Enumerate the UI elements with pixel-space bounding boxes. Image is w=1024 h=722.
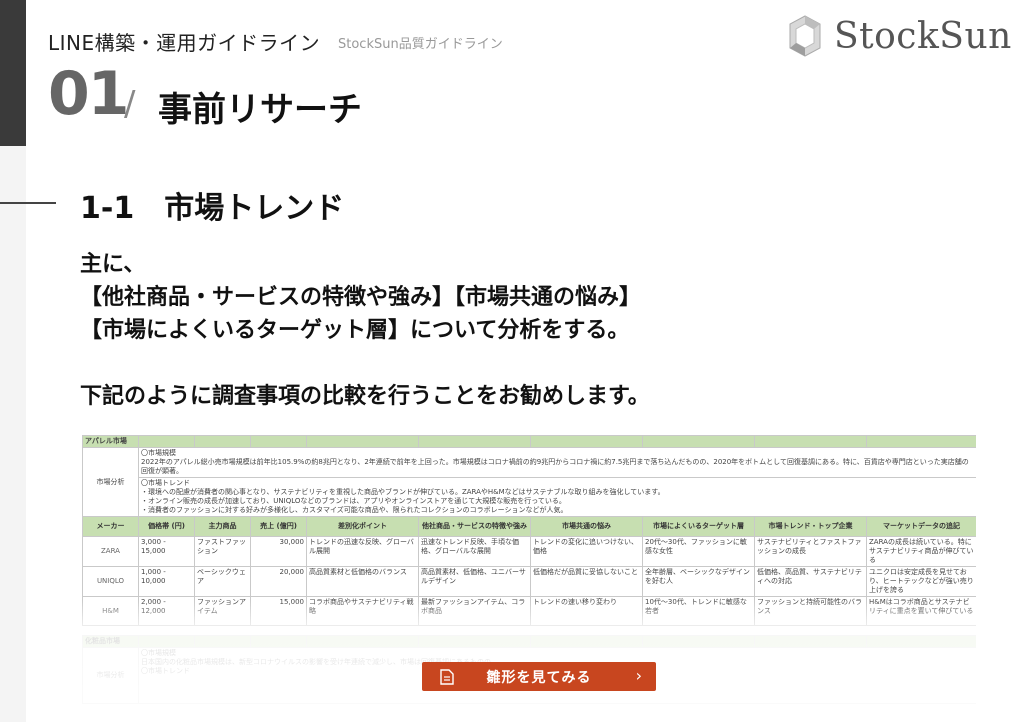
table-cell: サステナビリティとファストファッションの成長 [754,536,867,567]
stocksun-logo: StockSun [788,14,1012,58]
analysis-label: 市場分析 [82,447,139,517]
left-margin-strip [0,146,26,722]
section-empty-cell [530,435,643,448]
section-number: 01 [48,59,129,129]
section-empty-cell [306,635,419,648]
view-template-label: 雛形を見てみる [486,669,592,686]
column-header: 市場共通の悩み [530,516,643,537]
document-subtitle: StockSun品質ガイドライン [338,37,503,52]
table-cell: 30,000 [250,536,307,567]
section-empty-cell [194,635,251,648]
subsection-rule [0,202,56,204]
column-header: 市場によくいるターゲット層 [642,516,755,537]
analysis-label: 市場分析 [82,647,139,704]
section-empty-cell [642,635,755,648]
table-cell: 最新ファッションアイテム、コラボ商品 [418,596,531,626]
view-template-button[interactable]: 雛形を見てみる › [422,662,656,691]
table-row: UNIQLO 1,000 - 10,000 ベーシックウェア 20,000 高品質素材と… [82,566,976,597]
section-empty-cell [250,435,307,448]
section-title: 事前リサーチ [158,90,362,130]
table-cell: トレンドの変化に追いつけない、価格 [530,536,643,567]
document-title: LINE構築・運用ガイドライン [48,31,321,55]
table-cell: 20,000 [250,566,307,597]
section-empty-cell [866,435,976,448]
section-empty-cell [250,635,307,648]
analysis-text: 〇市場トレンド ・環境への配慮が消費者の関心事となり、サステナビリティを重視した商… [138,477,976,517]
column-header: 市場トレンド・トップ企業 [754,516,867,537]
logo-cube-icon [789,15,821,57]
table-header-row: メーカー 価格帯 (円) 主力商品 売上 (億円) 差別化ポイント 他社商品・サービスの特… [82,516,976,537]
table-cell: 3,000 - 15,000 [138,536,195,567]
column-header: 主力商品 [194,516,251,537]
table-cell: 15,000 [250,596,307,626]
section-empty-cell [866,635,976,648]
column-header: マーケットデータの追記 [866,516,976,537]
table-cell: 迅速なトレンド反映、手頃な価格、グローバルな展開 [418,536,531,567]
section-empty-cell [754,635,867,648]
section-label-cosmetics: 化粧品市場 [82,635,139,648]
table-cell: ベーシックウェア [194,566,251,597]
table-cell: H&M [82,596,139,626]
section-empty-cell [306,435,419,448]
section-empty-cell [754,435,867,448]
body-line: 【市場によくいるターゲット層】について分析をする。 [80,318,630,343]
logo-text: StockSun [834,15,1012,57]
spacer-cell [83,626,977,636]
section-empty-cell [418,435,531,448]
table-spacer-row [83,626,977,636]
table-row: H&M 2,000 - 12,000 ファッションアイテム 15,000 コラボ商品やサ… [82,596,976,626]
section-empty-cell [138,435,195,448]
column-header: 差別化ポイント [306,516,419,537]
table-cell: コラボ商品やサステナビリティ戦略 [306,596,419,626]
table-cell: UNIQLO [82,566,139,597]
section-empty-cell [642,435,755,448]
section-empty-cell [138,635,195,648]
left-accent-bar [0,0,26,146]
body-text: 主に、 【他社商品・サービスの特徴や強み】【市場共通の悩み】 【市場によくいるタ… [80,248,650,413]
body-line [80,347,650,380]
table-cell: 2,000 - 12,000 [138,596,195,626]
analysis-row: 〇市場トレンド ・環境への配慮が消費者の関心事となり、サステナビリティを重視した商… [83,477,976,517]
table-cell: H&Mはコラボ商品とサステナビリティに重点を置いて伸びている [866,596,976,626]
table-cell: トレンドの迅速な反映、グローバル展開 [306,536,419,567]
table-row: ZARA 3,000 - 15,000 ファストファッション 30,000 トレンドの迅… [82,536,976,567]
table-cell: ファッションと持続可能性のバランス [754,596,867,626]
column-header: 他社商品・サービスの特徴や強み [418,516,531,537]
table-cell: ファッションアイテム [194,596,251,626]
table-cell: 全年齢層、ベーシックなデザインを好む人 [642,566,755,597]
table-section-row: 化粧品市場 [82,635,976,648]
body-line: 【他社商品・サービスの特徴や強み】【市場共通の悩み】 [80,285,642,310]
section-empty-cell [194,435,251,448]
table-cell: 10代〜30代、トレンドに敏感な若者 [642,596,755,626]
chevron-right-icon: › [635,666,642,685]
section-label-apparel: アパレル市場 [82,435,139,448]
column-header: 売上 (億円) [250,516,307,537]
table-cell: 高品質素材と低価格のバランス [306,566,419,597]
table-cell: 20代〜30代、ファッションに敏感な女性 [642,536,755,567]
column-header: 価格帯 (円) [138,516,195,537]
table-cell: トレンドの速い移り変わり [530,596,643,626]
table-cell: ユニクロは安定成長を見せており、ヒートテックなどが強い売り上げを誇る [866,566,976,597]
table-cell: ZARA [82,536,139,567]
column-header: メーカー [82,516,139,537]
analysis-text: 〇市場規模 2022年のアパレル総小売市場規模は前年比105.9%の約8兆円となり… [138,447,976,478]
section-slash: / [124,84,136,124]
table-cell: 高品質素材、低価格、ユニバーサルデザイン [418,566,531,597]
table-cell: 低価格だが品質に妥協しないこと [530,566,643,597]
analysis-row: 市場分析 〇市場規模 2022年のアパレル総小売市場規模は前年比105.9%の約8兆… [82,447,976,517]
table-cell: 低価格、高品質、サステナビリティへの対応 [754,566,867,597]
body-line: 主に、 [80,252,146,277]
table-section-row: アパレル市場 [82,435,976,448]
subsection-title: 1-1 市場トレンド [80,191,345,226]
table-cell: 1,000 - 10,000 [138,566,195,597]
table-cell: ZARAの成長は続いている。特にサステナビリティ商品が伸びている [866,536,976,567]
body-line: 下記のように調査事項の比較を行うことをお勧めします。 [80,384,650,409]
table-cell: ファストファッション [194,536,251,567]
section-empty-cell [530,635,643,648]
section-empty-cell [418,635,531,648]
